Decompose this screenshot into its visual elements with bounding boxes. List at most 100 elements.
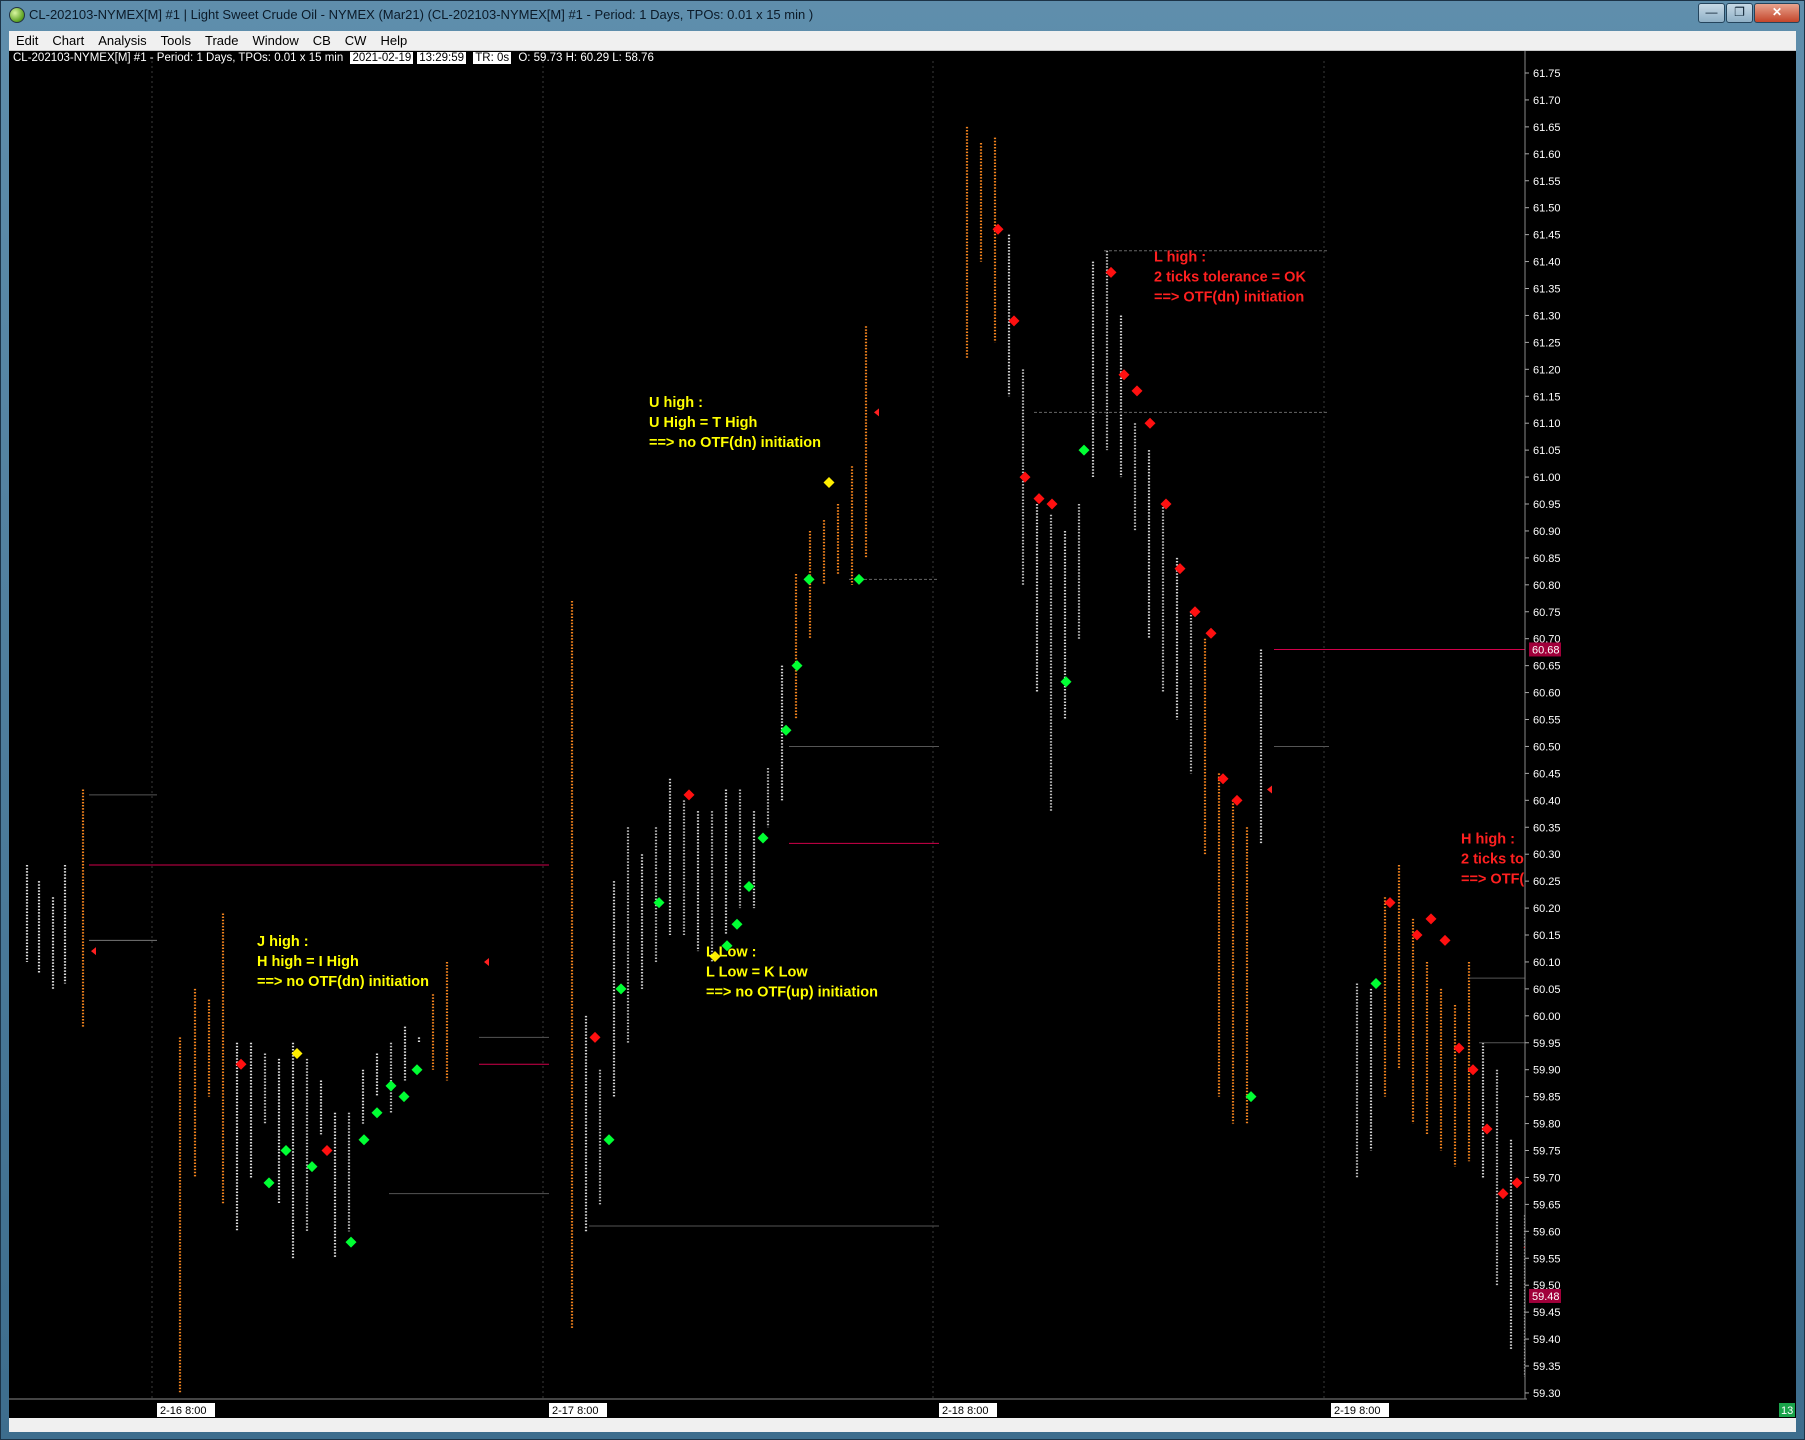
price-tick-label: 60.25 [1533, 876, 1561, 888]
price-tick-label: 59.80 [1533, 1119, 1561, 1131]
price-tick-label: 60.05 [1533, 984, 1561, 996]
price-tick-label: 61.60 [1533, 149, 1561, 161]
menu-chart[interactable]: Chart [45, 31, 91, 50]
market-profile-chart[interactable]: J high : H high = I High ==> no OTF(dn) in… [9, 51, 1796, 1418]
menu-window[interactable]: Window [245, 31, 305, 50]
price-tick-label: 61.25 [1533, 337, 1561, 349]
price-tick-label: 59.65 [1533, 1199, 1561, 1211]
menu-cb[interactable]: CB [306, 31, 338, 50]
otf-marker [1425, 913, 1437, 925]
chart-canvas[interactable]: J high : H high = I High ==> no OTF(dn) in… [9, 51, 1796, 1418]
price-tick-label: 61.00 [1533, 472, 1561, 484]
menu-analysis[interactable]: Analysis [91, 31, 153, 50]
restore-button[interactable]: ❐ [1726, 3, 1753, 23]
title-bar[interactable]: CL-202103-NYMEX[M] #1 | Light Sweet Crud… [1, 1, 1804, 29]
price-tick-label: 59.60 [1533, 1226, 1561, 1238]
otf-marker [1217, 773, 1229, 785]
price-tick-label: 59.30 [1533, 1388, 1561, 1400]
otf-marker [1511, 1177, 1523, 1189]
otf-marker [398, 1091, 410, 1103]
price-tick-label: 61.55 [1533, 176, 1561, 188]
otf-marker [731, 918, 743, 930]
price-tick-label: 60.10 [1533, 957, 1561, 969]
minimize-button[interactable]: — [1698, 3, 1725, 23]
price-tick-label: 60.75 [1533, 607, 1561, 619]
annotation-l_low-line: L Low = K Low [706, 965, 808, 981]
otf-marker [683, 789, 695, 801]
price-tick-label: 60.95 [1533, 499, 1561, 511]
otf-marker [1008, 315, 1020, 327]
otf-marker [263, 1177, 275, 1189]
chart-info-line: CL-202103-NYMEX[M] #1 - Period: 1 Days, … [13, 51, 658, 66]
price-tick-label: 59.95 [1533, 1038, 1561, 1050]
time-axis-label: 2-16 8:00 [160, 1405, 206, 1417]
annotation-l_high-line: 2 ticks tolerance = OK [1154, 270, 1306, 286]
price-tick-label: 59.75 [1533, 1146, 1561, 1158]
price-tick-label: 59.35 [1533, 1361, 1561, 1373]
price-tick-label: 60.60 [1533, 688, 1561, 700]
otf-marker [743, 881, 755, 893]
price-pointer-icon [484, 957, 489, 966]
price-tick-label: 60.20 [1533, 903, 1561, 915]
otf-marker [280, 1145, 292, 1157]
menu-bar: Edit Chart Analysis Tools Trade Window CB CW Hel… [9, 31, 1796, 51]
otf-marker [615, 983, 627, 995]
price-pointer-icon [1267, 785, 1272, 794]
otf-marker [1384, 897, 1396, 909]
price-tick-label: 61.20 [1533, 364, 1561, 376]
annotation-l_low-line: ==> no OTF(up) initiation [706, 985, 878, 1001]
otf-marker [1019, 471, 1031, 483]
otf-marker [1060, 676, 1072, 688]
price-axis-bg [1525, 51, 1796, 1418]
price-tick-label: 60.45 [1533, 768, 1561, 780]
otf-marker [757, 832, 769, 844]
otf-marker [321, 1145, 333, 1157]
annotation-l_high-line: L high : [1154, 250, 1206, 266]
price-tick-label: 61.40 [1533, 257, 1561, 269]
price-pointer-icon [91, 947, 96, 956]
otf-marker [1078, 444, 1090, 456]
time-axis-label: 2-17 8:00 [552, 1405, 598, 1417]
otf-marker [1205, 627, 1217, 639]
price-tick-label: 60.50 [1533, 741, 1561, 753]
menu-cw[interactable]: CW [338, 31, 374, 50]
otf-marker [358, 1134, 370, 1146]
otf-marker [385, 1080, 397, 1092]
otf-marker [371, 1107, 383, 1119]
horizontal-scrollbar[interactable] [9, 1418, 1796, 1432]
time-axis-label: 2-18 8:00 [942, 1405, 988, 1417]
otf-marker [823, 476, 835, 488]
otf-marker [803, 573, 815, 585]
time-axis-label: 2-19 8:00 [1334, 1405, 1380, 1417]
annotation-u-line: U High = T High [649, 415, 757, 431]
price-tick-label: 60.90 [1533, 526, 1561, 538]
menu-help[interactable]: Help [373, 31, 414, 50]
current-price-tag-label: 59.48 [1532, 1291, 1560, 1303]
menu-tools[interactable]: Tools [154, 31, 198, 50]
price-tick-label: 60.55 [1533, 715, 1561, 727]
price-tick-label: 61.05 [1533, 445, 1561, 457]
annotation-l_low-line: L Low : [706, 945, 756, 961]
close-button[interactable]: ✕ [1754, 3, 1800, 23]
price-tick-label: 60.85 [1533, 553, 1561, 565]
price-tick-label: 61.30 [1533, 310, 1561, 322]
price-tick-label: 60.80 [1533, 580, 1561, 592]
price-tick-label: 61.10 [1533, 418, 1561, 430]
time-axis-bg [9, 1399, 1796, 1418]
price-tick-label: 61.45 [1533, 230, 1561, 242]
price-tick-label: 59.40 [1533, 1334, 1561, 1346]
otf-marker [1370, 977, 1382, 989]
annotation-h_high-line: H high : [1461, 831, 1515, 847]
price-tick-label: 61.65 [1533, 122, 1561, 134]
annotation-j-line: J high : [257, 934, 309, 950]
menu-edit[interactable]: Edit [9, 31, 45, 50]
price-tick-label: 60.15 [1533, 930, 1561, 942]
otf-marker [791, 660, 803, 672]
otf-marker [1033, 493, 1045, 505]
menu-trade[interactable]: Trade [198, 31, 245, 50]
price-pointer-icon [874, 408, 879, 417]
price-tick-label: 61.15 [1533, 391, 1561, 403]
annotation-j-line: ==> no OTF(dn) initiation [257, 974, 429, 990]
status-bar [1, 1433, 1804, 1440]
otf-marker [411, 1064, 423, 1076]
